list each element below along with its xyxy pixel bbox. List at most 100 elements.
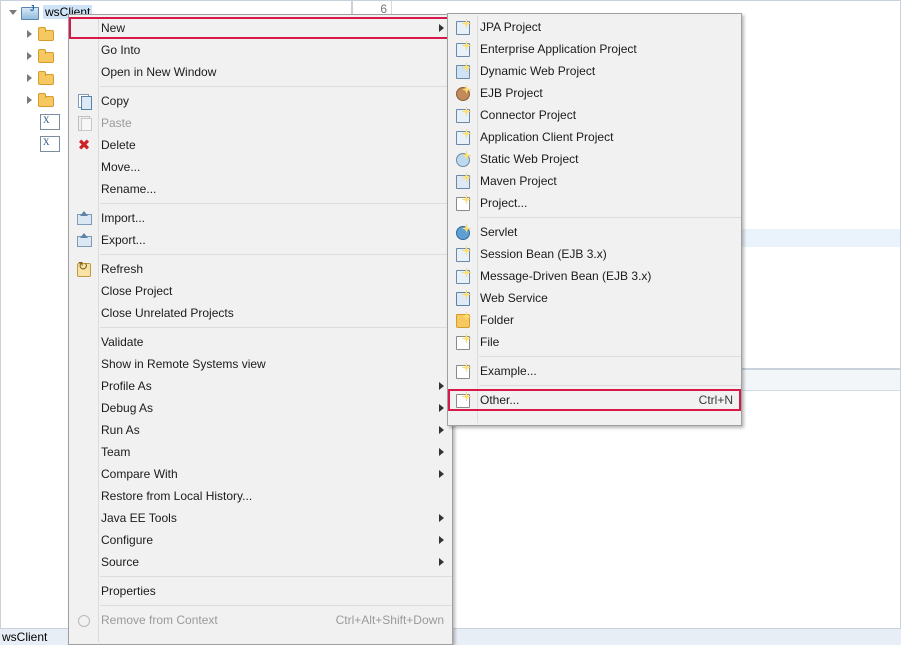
folder-icon — [37, 92, 55, 108]
submenu-item-folder[interactable]: Folder — [448, 309, 741, 331]
menu-item-new[interactable]: New — [69, 17, 452, 39]
import-icon — [75, 210, 93, 226]
example-icon — [454, 363, 472, 379]
chevron-right-icon — [439, 426, 444, 434]
folder-icon — [37, 26, 55, 42]
menu-item-java-ee-tools[interactable]: Java EE Tools — [69, 507, 452, 529]
submenu-item-maven-project[interactable]: Maven Project — [448, 170, 741, 192]
menu-item-open-in-new-window[interactable]: Open in New Window — [69, 61, 452, 83]
submenu-item-file[interactable]: File — [448, 331, 741, 353]
menu-item-profile-as[interactable]: Profile As — [69, 375, 452, 397]
menu-item-label: Import... — [101, 211, 146, 225]
new-submenu[interactable]: JPA Project Enterprise Application Proje… — [447, 13, 742, 426]
menu-item-label: File — [480, 335, 500, 349]
menu-item-validate[interactable]: Validate — [69, 331, 452, 353]
menu-item-label: Restore from Local History... — [101, 489, 253, 503]
xml-file-icon — [40, 136, 60, 152]
expand-arrow-icon[interactable] — [23, 71, 37, 85]
chevron-right-icon — [439, 404, 444, 412]
submenu-item-dynamic-web-project[interactable]: Dynamic Web Project — [448, 60, 741, 82]
project-context-menu[interactable]: New Go Into Open in New Window Copy Past… — [68, 14, 453, 645]
jpa-project-icon — [454, 19, 472, 35]
menu-item-close-project[interactable]: Close Project — [69, 280, 452, 302]
submenu-item-static-web-project[interactable]: Static Web Project — [448, 148, 741, 170]
menu-item-compare-with[interactable]: Compare With — [69, 463, 452, 485]
submenu-item-other[interactable]: Other... Ctrl+N — [448, 389, 741, 411]
menu-item-label: Session Bean (EJB 3.x) — [480, 247, 607, 261]
menu-item-refresh[interactable]: Refresh — [69, 258, 452, 280]
menu-item-label: Go Into — [101, 43, 141, 57]
menu-item-label: Message-Driven Bean (EJB 3.x) — [480, 269, 652, 283]
chevron-right-icon — [439, 382, 444, 390]
submenu-item-web-service[interactable]: Web Service — [448, 287, 741, 309]
refresh-icon — [75, 259, 93, 277]
menu-item-label: Static Web Project — [480, 152, 579, 166]
menu-item-move[interactable]: Move... — [69, 156, 452, 178]
menu-item-copy[interactable]: Copy — [69, 90, 452, 112]
menu-item-debug-as[interactable]: Debug As — [69, 397, 452, 419]
menu-item-import[interactable]: Import... — [69, 207, 452, 229]
expand-arrow-icon[interactable] — [23, 49, 37, 63]
menu-item-label: JPA Project — [480, 20, 542, 34]
new-submenu-list[interactable]: JPA Project Enterprise Application Proje… — [448, 14, 741, 413]
menu-item-label: Servlet — [480, 225, 518, 239]
menu-separator — [100, 576, 452, 577]
menu-item-team[interactable]: Team — [69, 441, 452, 463]
menu-separator — [479, 356, 741, 357]
menu-item-go-into[interactable]: Go Into — [69, 39, 452, 61]
submenu-item-session-bean[interactable]: Session Bean (EJB 3.x) — [448, 243, 741, 265]
menu-item-label: Open in New Window — [101, 65, 217, 79]
folder-icon — [454, 312, 472, 328]
chevron-right-icon — [439, 24, 444, 32]
submenu-item-message-driven-bean[interactable]: Message-Driven Bean (EJB 3.x) — [448, 265, 741, 287]
menu-item-label: Compare With — [101, 467, 178, 481]
expand-arrow-icon[interactable] — [7, 5, 21, 19]
menu-separator — [100, 86, 452, 87]
menu-item-label: Debug As — [101, 401, 154, 415]
message-driven-bean-icon — [454, 268, 472, 284]
menu-item-source[interactable]: Source — [69, 551, 452, 573]
submenu-item-connector-project[interactable]: Connector Project — [448, 104, 741, 126]
menu-item-label: Configure — [101, 533, 154, 547]
menu-item-label: Other... — [480, 393, 520, 407]
menu-item-rename[interactable]: Rename... — [69, 178, 452, 200]
menu-item-export[interactable]: Export... — [69, 229, 452, 251]
paste-icon — [75, 115, 93, 131]
menu-item-run-as[interactable]: Run As — [69, 419, 452, 441]
submenu-item-project[interactable]: Project... — [448, 192, 741, 214]
delete-icon: ✖ — [77, 136, 91, 154]
menu-item-configure[interactable]: Configure — [69, 529, 452, 551]
menu-item-label: Remove from Context — [101, 613, 218, 627]
menu-item-label: Connector Project — [480, 108, 577, 122]
status-bar-text: wsClient — [2, 630, 48, 644]
menu-item-label: Web Service — [480, 291, 548, 305]
submenu-item-enterprise-application-project[interactable]: Enterprise Application Project — [448, 38, 741, 60]
remove-from-context-icon — [75, 612, 93, 628]
submenu-item-jpa-project[interactable]: JPA Project — [448, 16, 741, 38]
menu-item-paste: Paste — [69, 112, 452, 134]
expand-arrow-icon[interactable] — [23, 93, 37, 107]
context-menu-list[interactable]: New Go Into Open in New Window Copy Past… — [69, 15, 452, 633]
web-service-icon — [454, 290, 472, 306]
enterprise-application-project-icon — [454, 41, 472, 57]
menu-item-label: Run As — [101, 423, 140, 437]
menu-item-delete[interactable]: ✖ Delete — [69, 134, 452, 156]
dynamic-web-project-icon — [454, 63, 472, 79]
submenu-item-servlet[interactable]: Servlet — [448, 221, 741, 243]
copy-icon — [75, 93, 93, 110]
chevron-right-icon — [439, 536, 444, 544]
submenu-item-ejb-project[interactable]: EJB Project — [448, 82, 741, 104]
menu-item-restore-from-local-history[interactable]: Restore from Local History... — [69, 485, 452, 507]
menu-item-close-unrelated-projects[interactable]: Close Unrelated Projects — [69, 302, 452, 324]
submenu-item-example[interactable]: Example... — [448, 360, 741, 382]
menu-item-label: Project... — [480, 196, 528, 210]
menu-separator — [100, 254, 452, 255]
expand-arrow-icon[interactable] — [23, 27, 37, 41]
submenu-item-application-client-project[interactable]: Application Client Project — [448, 126, 741, 148]
menu-separator — [100, 605, 452, 606]
menu-item-show-in-remote-systems-view[interactable]: Show in Remote Systems view — [69, 353, 452, 375]
menu-item-label: Java EE Tools — [101, 511, 177, 525]
menu-item-properties[interactable]: Properties — [69, 580, 452, 602]
menu-item-shortcut: Ctrl+Alt+Shift+Down — [335, 613, 444, 627]
menu-item-label: Show in Remote Systems view — [101, 357, 266, 371]
